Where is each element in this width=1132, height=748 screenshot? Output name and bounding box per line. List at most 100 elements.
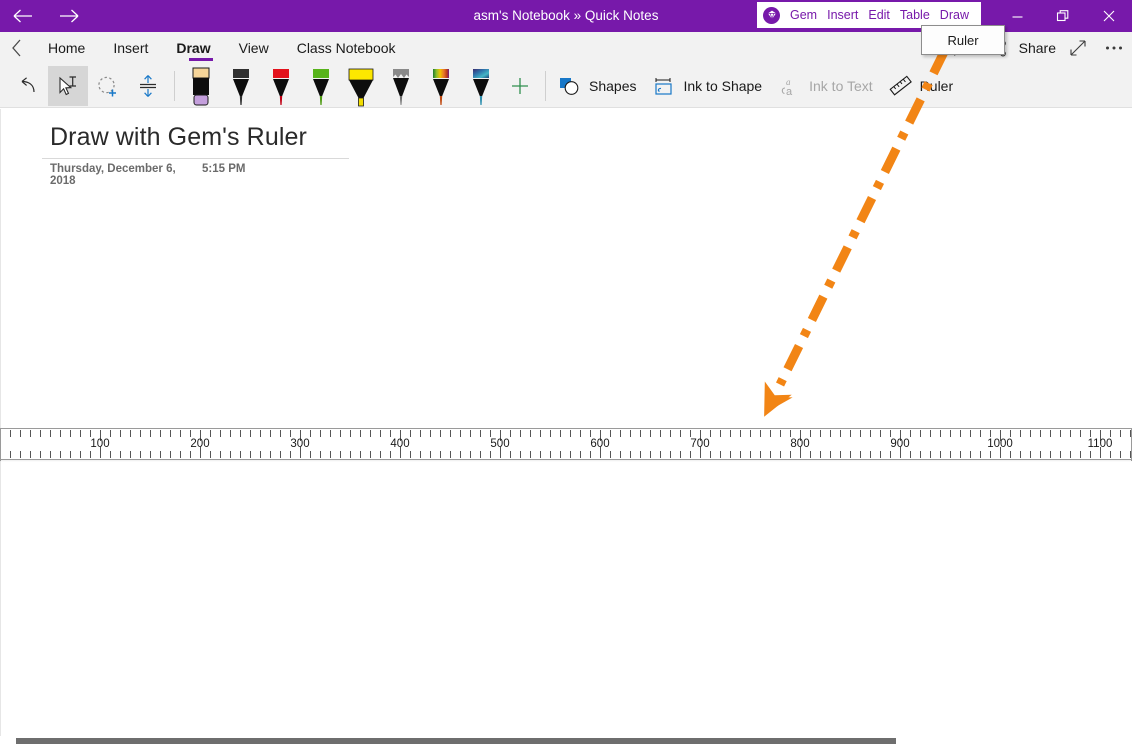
- insert-space-tool[interactable]: [128, 66, 168, 106]
- ruler-minor-tick: [510, 451, 511, 458]
- page-title[interactable]: Draw with Gem's Ruler: [50, 123, 307, 152]
- ruler-minor-tick: [50, 430, 51, 437]
- shapes-icon: [560, 77, 579, 95]
- ruler-minor-tick: [920, 430, 921, 437]
- more-options-button[interactable]: [1096, 32, 1132, 64]
- ruler-minor-tick: [1060, 430, 1061, 437]
- restore-button[interactable]: [1040, 0, 1086, 32]
- pen-rainbow[interactable]: [421, 64, 461, 108]
- ruler-minor-tick: [1090, 451, 1091, 458]
- gem-menu-draw[interactable]: Draw: [935, 8, 974, 22]
- gem-ruler[interactable]: 100 200 300 400 500 600 700 800 900 1000 1100: [0, 428, 1132, 461]
- ruler-minor-tick: [860, 451, 861, 458]
- horizontal-scrollbar-thumb[interactable]: [16, 738, 896, 744]
- pen-green[interactable]: [301, 64, 341, 108]
- ruler-minor-tick: [410, 430, 411, 437]
- close-button[interactable]: [1086, 0, 1132, 32]
- ruler-minor-tick: [230, 430, 231, 437]
- ruler-minor-tick: [410, 451, 411, 458]
- tab-class-notebook[interactable]: Class Notebook: [283, 32, 410, 64]
- ruler-minor-tick: [1110, 430, 1111, 437]
- highlighter-yellow[interactable]: [341, 64, 381, 108]
- gem-brand-label[interactable]: Gem: [785, 8, 822, 22]
- arrow-left-icon: [13, 9, 32, 23]
- title-bar-nav: [0, 0, 92, 32]
- tab-insert[interactable]: Insert: [99, 32, 162, 64]
- expand-diagonal-icon: [1070, 40, 1086, 56]
- ruler-minor-tick: [120, 430, 121, 437]
- ruler-left-cap: [0, 429, 1, 461]
- share-button[interactable]: Share: [1017, 32, 1060, 64]
- ruler-minor-tick: [210, 451, 211, 458]
- type-select-tool[interactable]: [48, 65, 88, 106]
- horizontal-scrollbar[interactable]: [0, 736, 1132, 748]
- ruler-minor-tick: [760, 451, 761, 458]
- pen-red[interactable]: [261, 64, 301, 108]
- forward-button[interactable]: [46, 0, 92, 32]
- ruler-minor-tick: [370, 451, 371, 458]
- ruler-minor-tick: [160, 430, 161, 437]
- ruler-minor-tick: [150, 430, 151, 437]
- shapes-button[interactable]: Shapes: [552, 66, 646, 106]
- ruler-minor-tick: [570, 451, 571, 458]
- pencil-gray[interactable]: [381, 64, 421, 108]
- gem-menu-insert[interactable]: Insert: [822, 8, 863, 22]
- ruler-minor-tick: [430, 430, 431, 437]
- ruler-minor-tick: [840, 430, 841, 437]
- expand-button[interactable]: [1060, 32, 1096, 64]
- ruler-minor-tick: [530, 451, 531, 458]
- draw-toolbar: Shapes Ink to Shape a a Ink to Text Rule…: [0, 57, 1132, 108]
- add-pen-button[interactable]: [501, 66, 539, 106]
- lasso-select-tool[interactable]: [88, 66, 128, 106]
- ruler-minor-tick: [370, 430, 371, 437]
- gem-menu-table[interactable]: Table: [895, 8, 935, 22]
- toolbar-divider-1: [174, 70, 175, 101]
- ruler-minor-tick: [470, 451, 471, 458]
- undo-button[interactable]: [8, 66, 48, 106]
- ruler-minor-tick: [740, 430, 741, 437]
- back-button[interactable]: [0, 0, 46, 32]
- pen-black[interactable]: [221, 64, 261, 108]
- ruler-minor-tick: [350, 430, 351, 437]
- ruler-minor-tick: [750, 451, 751, 458]
- pen-icon: [273, 68, 289, 105]
- ruler-minor-tick: [610, 451, 611, 458]
- ruler-minor-tick: [280, 451, 281, 458]
- ruler-minor-tick: [960, 430, 961, 437]
- gem-menu-edit[interactable]: Edit: [863, 8, 895, 22]
- ruler-minor-tick: [1050, 451, 1051, 458]
- ruler-minor-tick: [1040, 451, 1041, 458]
- ink-to-shape-button[interactable]: Ink to Shape: [646, 66, 772, 106]
- ink-to-shape-label: Ink to Shape: [683, 77, 763, 94]
- ruler-minor-tick: [840, 451, 841, 458]
- gem-diamond-icon[interactable]: [763, 6, 780, 24]
- ruler-minor-tick: [1040, 430, 1041, 437]
- ruler-minor-tick: [280, 430, 281, 437]
- pen-galaxy[interactable]: [461, 64, 501, 108]
- ruler-minor-tick: [990, 430, 991, 437]
- ribbon-back-button[interactable]: [0, 32, 34, 64]
- pen-icon: [473, 68, 489, 105]
- tab-view[interactable]: View: [225, 32, 283, 64]
- svg-text:a: a: [786, 86, 793, 97]
- ruler-minor-tick: [580, 451, 581, 458]
- ruler-minor-tick: [40, 430, 41, 437]
- ruler-minor-tick: [570, 430, 571, 437]
- ink-to-text-button[interactable]: a a Ink to Text: [772, 66, 883, 106]
- ruler-minor-tick: [390, 451, 391, 458]
- tab-home[interactable]: Home: [34, 32, 99, 64]
- ruler-label: 800: [790, 438, 810, 450]
- ruler-minor-tick: [650, 451, 651, 458]
- ruler-minor-tick: [220, 451, 221, 458]
- ruler-minor-tick: [930, 430, 931, 437]
- ruler-minor-tick: [940, 451, 941, 458]
- ruler-label: 300: [290, 438, 310, 450]
- ruler-minor-tick: [460, 451, 461, 458]
- ruler-minor-tick: [970, 451, 971, 458]
- ruler-tooltip: Ruler: [921, 25, 1005, 55]
- ruler-minor-tick: [10, 451, 11, 458]
- ruler-toggle-button[interactable]: Ruler: [883, 66, 963, 106]
- pen-highlighter-tan[interactable]: [181, 57, 221, 108]
- ruler-minor-tick: [440, 430, 441, 437]
- marker-pen-icon: [192, 67, 210, 105]
